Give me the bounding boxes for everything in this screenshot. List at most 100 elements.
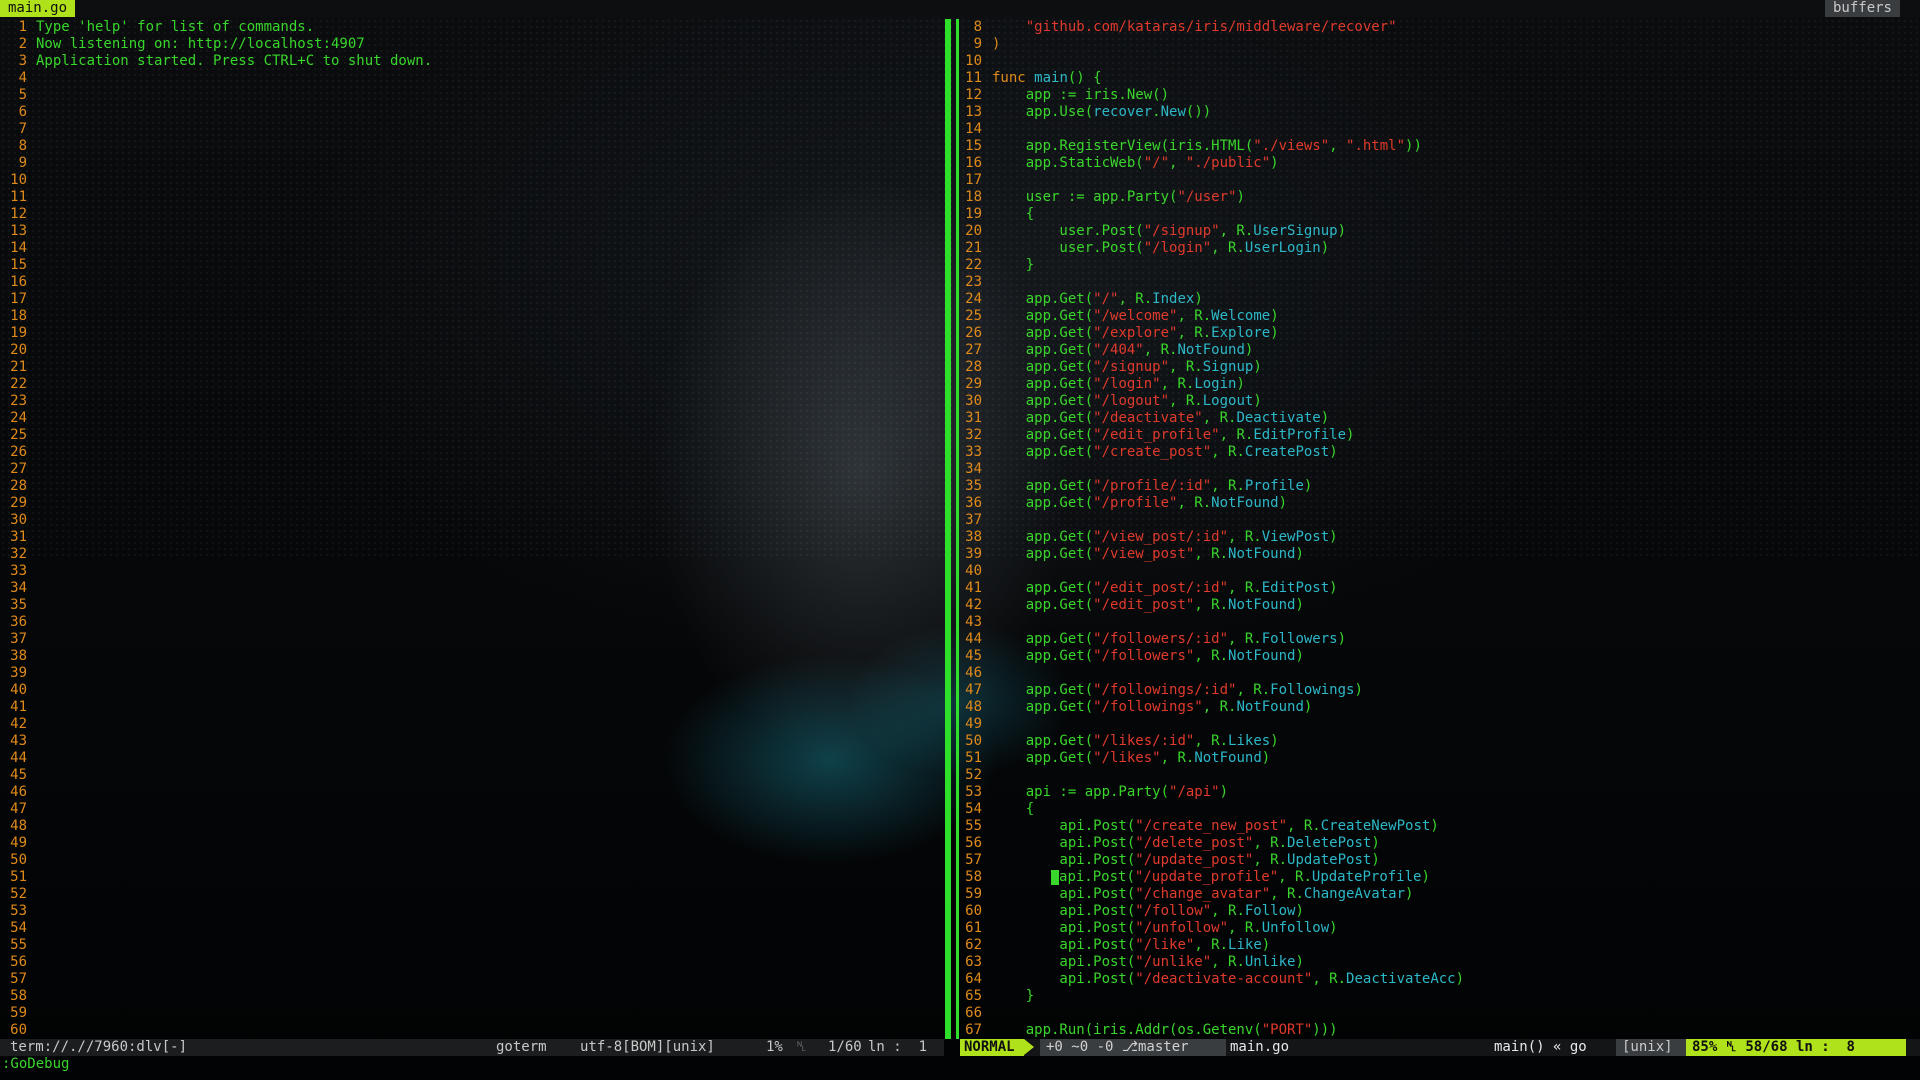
code-line[interactable]: 66	[952, 1005, 1920, 1022]
code-line[interactable]: 9)	[952, 36, 1920, 53]
line-number: 19	[10, 325, 27, 341]
code-line[interactable]: 64 api.Post("/deactivate-account", R.Dea…	[952, 971, 1920, 988]
terminal-line: 23	[0, 393, 940, 410]
code-line[interactable]: 24 app.Get("/", R.Index)	[952, 291, 1920, 308]
file-name: main.go	[1230, 1039, 1290, 1055]
code-token: user.Post(	[992, 240, 1144, 256]
code-line[interactable]: 53 api := app.Party("/api")	[952, 784, 1920, 801]
code-token: NotFound	[1236, 699, 1304, 715]
code-line[interactable]: 34	[952, 461, 1920, 478]
code-line[interactable]: 19 {	[952, 206, 1920, 223]
code-line[interactable]: 40	[952, 563, 1920, 580]
code-text: api := app.Party("/api")	[992, 784, 1228, 801]
code-line[interactable]: 50 app.Get("/likes/:id", R.Likes)	[952, 733, 1920, 750]
code-line[interactable]: 16 app.StaticWeb("/", "./public")	[952, 155, 1920, 172]
code-line[interactable]: 12 app := iris.New()	[952, 87, 1920, 104]
code-line[interactable]: 63 api.Post("/unlike", R.Unlike)	[952, 954, 1920, 971]
code-line[interactable]: 30 app.Get("/logout", R.Logout)	[952, 393, 1920, 410]
code-line[interactable]: 14	[952, 121, 1920, 138]
code-line[interactable]: 48 app.Get("/followings", R.NotFound)	[952, 699, 1920, 716]
code-line[interactable]: 22 }	[952, 257, 1920, 274]
code-line[interactable]: 8 "github.com/kataras/iris/middleware/re…	[952, 19, 1920, 36]
code-line[interactable]: 47 app.Get("/followings/:id", R.Followin…	[952, 682, 1920, 699]
code-token: app.Run(iris.Addr(os.Getenv(	[992, 1022, 1262, 1038]
code-line[interactable]: 67 app.Run(iris.Addr(os.Getenv("PORT")))	[952, 1022, 1920, 1039]
code-line[interactable]: 60 api.Post("/follow", R.Follow)	[952, 903, 1920, 920]
code-line[interactable]: 28 app.Get("/signup", R.Signup)	[952, 359, 1920, 376]
code-line[interactable]: 57 api.Post("/update_post", R.UpdatePost…	[952, 852, 1920, 869]
code-line[interactable]: 27 app.Get("/404", R.NotFound)	[952, 342, 1920, 359]
line-number: 43	[10, 733, 27, 749]
code-line[interactable]: 25 app.Get("/welcome", R.Welcome)	[952, 308, 1920, 325]
code-line[interactable]: 21 user.Post("/login", R.UserLogin)	[952, 240, 1920, 257]
buffers-label[interactable]: buffers	[1824, 0, 1900, 17]
command-line[interactable]: :GoDebug	[0, 1056, 1920, 1080]
code-line[interactable]: 55 api.Post("/create_new_post", R.Create…	[952, 818, 1920, 835]
code-line[interactable]: 37	[952, 512, 1920, 529]
code-token: NotFound	[1194, 750, 1262, 766]
code-line[interactable]: 26 app.Get("/explore", R.Explore)	[952, 325, 1920, 342]
line-number: 3	[18, 53, 27, 69]
code-line[interactable]: 29 app.Get("/login", R.Login)	[952, 376, 1920, 393]
code-line[interactable]: 35 app.Get("/profile/:id", R.Profile)	[952, 478, 1920, 495]
code-line[interactable]: 49	[952, 716, 1920, 733]
code-line[interactable]: 36 app.Get("/profile", R.NotFound)	[952, 495, 1920, 512]
code-token: )	[1320, 240, 1330, 256]
code-line[interactable]: 59 api.Post("/change_avatar", R.ChangeAv…	[952, 886, 1920, 903]
code-token: ,	[1329, 138, 1347, 154]
code-line[interactable]: 43	[952, 614, 1920, 631]
code-line[interactable]: 10	[952, 53, 1920, 70]
code-line[interactable]: 41 app.Get("/edit_post/:id", R.EditPost)	[952, 580, 1920, 597]
code-line[interactable]: 17	[952, 172, 1920, 189]
line-number: 37	[10, 631, 27, 647]
editor-pane[interactable]: 8 "github.com/kataras/iris/middleware/re…	[952, 19, 1920, 1039]
tab-main-go[interactable]: main.go	[0, 0, 76, 17]
code-line[interactable]: 33 app.Get("/create_post", R.CreatePost)	[952, 444, 1920, 461]
line-number: 60	[965, 903, 982, 919]
line-number: 15	[965, 138, 982, 154]
code-line[interactable]: 15 app.RegisterView(iris.HTML("./views",…	[952, 138, 1920, 155]
line-number: 46	[10, 784, 27, 800]
code-line[interactable]: 61 api.Post("/unfollow", R.Unfollow)	[952, 920, 1920, 937]
code-line[interactable]: 45 app.Get("/followers", R.NotFound)	[952, 648, 1920, 665]
code-line[interactable]: 13 app.Use(recover.New())	[952, 104, 1920, 121]
terminal-buffer-name: term://.//7960:dlv[-]	[10, 1039, 188, 1055]
code-line[interactable]: 54 {	[952, 801, 1920, 818]
code-line[interactable]: 52	[952, 767, 1920, 784]
terminal-statusline: term://.//7960:dlv[-] goterm utf-8[BOM][…	[0, 1039, 944, 1056]
code-token: user.Post(	[992, 223, 1144, 239]
code-line[interactable]: 58 api.Post("/update_profile", R.UpdateP…	[952, 869, 1920, 886]
code-line[interactable]: 65 }	[952, 988, 1920, 1005]
line-number: 17	[10, 291, 27, 307]
code-token: , R.	[1177, 495, 1212, 511]
code-line[interactable]: 31 app.Get("/deactivate", R.Deactivate)	[952, 410, 1920, 427]
code-token: "/followers"	[1093, 648, 1195, 664]
line-number: 23	[965, 274, 982, 290]
code-token: main	[1034, 70, 1068, 86]
code-text: app.Get("/create_post", R.CreatePost)	[992, 444, 1338, 461]
code-line[interactable]: 18 user := app.Party("/user")	[952, 189, 1920, 206]
line-number: 10	[965, 53, 982, 69]
line-number: 50	[965, 733, 982, 749]
code-token: "/unlike"	[1135, 954, 1212, 970]
terminal-pane[interactable]: 1 Type 'help' for list of commands. 2 Now l…	[0, 19, 940, 1039]
code-line[interactable]: 62 api.Post("/like", R.Like)	[952, 937, 1920, 954]
code-token: , R.	[1211, 478, 1245, 494]
code-token: , R.	[1228, 631, 1262, 647]
code-token: app.Get(	[992, 308, 1094, 324]
vertical-split-bar[interactable]	[945, 19, 951, 1039]
code-line[interactable]: 38 app.Get("/view_post/:id", R.ViewPost)	[952, 529, 1920, 546]
terminal-line: 45	[0, 767, 940, 784]
line-number: 27	[10, 461, 27, 477]
code-token: Deactivate	[1236, 410, 1321, 426]
code-line[interactable]: 20 user.Post("/signup", R.UserSignup)	[952, 223, 1920, 240]
code-line[interactable]: 23	[952, 274, 1920, 291]
code-line[interactable]: 32 app.Get("/edit_profile", R.EditProfil…	[952, 427, 1920, 444]
code-line[interactable]: 46	[952, 665, 1920, 682]
code-line[interactable]: 42 app.Get("/edit_post", R.NotFound)	[952, 597, 1920, 614]
code-line[interactable]: 39 app.Get("/view_post", R.NotFound)	[952, 546, 1920, 563]
code-line[interactable]: 44 app.Get("/followers/:id", R.Followers…	[952, 631, 1920, 648]
code-line[interactable]: 51 app.Get("/likes", R.NotFound)	[952, 750, 1920, 767]
code-line[interactable]: 11 func main() {	[952, 70, 1920, 87]
code-line[interactable]: 56 api.Post("/delete_post", R.DeletePost…	[952, 835, 1920, 852]
